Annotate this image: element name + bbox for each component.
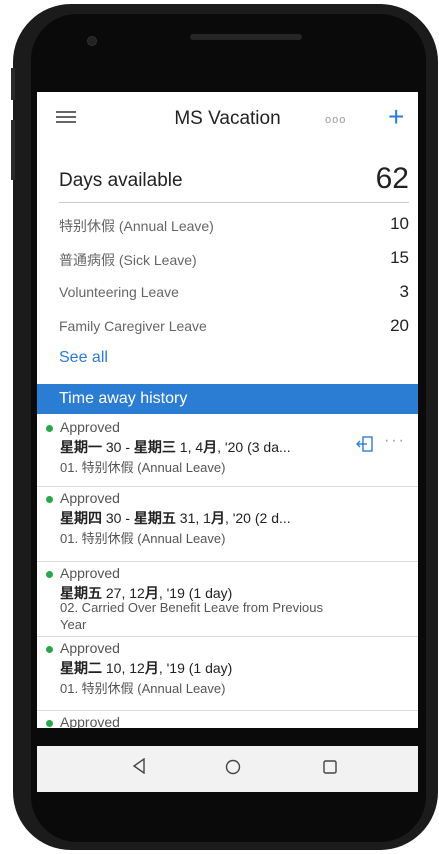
days-available-total: 62 [375,162,409,195]
weekday-start: 星期五 [60,585,102,601]
date-range: 星期一 30 - 星期三 1, 4月, '20 (3 da... [60,437,291,457]
date-part: 1, 4 [175,439,204,455]
history-list-item[interactable]: Approved 星期一 30 - 星期三 1, 4月, '20 (3 da..… [37,416,418,487]
date-part: 10, 12 [102,660,145,676]
date-part: , '20 (3 da... [217,439,291,455]
more-options-icon[interactable]: ooo [325,114,346,126]
date-range: 星期四 30 - 星期五 31, 1月, '20 (2 d... [60,508,291,528]
add-request-button[interactable]: + [388,101,404,133]
status-label: Approved [60,565,120,581]
date-part: 31, 1 [175,510,211,526]
approved-status-dot [46,496,53,503]
leave-balance-row: Volunteering Leave 3 [59,282,409,304]
leave-type: 01. 特别休假 (Annual Leave) [60,531,226,546]
leave-type-label: 普通病假 (Sick Leave) [59,252,197,268]
month-char: 月 [203,439,218,455]
history-section-header: Time away history [37,384,418,414]
date-range: 星期二 10, 12月, '19 (1 day) [60,658,232,678]
month-char: 月 [144,585,159,601]
status-label: Approved [60,490,120,506]
date-part: , '19 (1 day) [158,660,233,676]
app-title: MS Vacation [174,108,281,129]
leave-days-value: 20 [390,316,409,335]
date-part: , '20 (2 d... [224,510,291,526]
status-label: Approved [60,419,120,435]
approved-status-dot [46,425,53,432]
history-list-item[interactable]: Approved 星期五 27, 12月, '19 (1 day) 02. Ca… [37,562,418,637]
android-nav-bar [37,746,418,792]
power-button [11,120,15,180]
leave-type: 02. Carried Over Benefit Leave from Prev… [60,600,324,615]
month-char: 月 [144,660,159,676]
approved-status-dot [46,646,53,653]
leave-days-value: 3 [399,282,409,301]
status-label: Approved [60,640,120,656]
history-list-item[interactable]: Approved 星期二 10, 12月, '19 (1 day) 01. 特别… [37,637,418,711]
weekday-start: 星期一 [60,439,102,455]
leave-type: 01. 特别休假 (Annual Leave) [60,460,226,475]
leave-balance-row: Family Caregiver Leave 20 [59,316,409,338]
date-part: 30 - [102,510,134,526]
volume-button [11,68,15,100]
history-title: Time away history [59,390,188,407]
home-circle-icon [225,759,241,775]
leave-type-label: Volunteering Leave [59,284,179,300]
screen-bottom-bezel [37,728,418,746]
approved-status-dot [46,571,53,578]
leave-type-label: 特别休假 (Annual Leave) [59,218,214,234]
app-header: MS Vacation ooo + [37,92,418,144]
date-part: 27, 12 [102,585,145,601]
app-screen: MS Vacation ooo + Days available 62 特别休假… [37,92,418,748]
leave-type: 01. 特别休假 (Annual Leave) [60,681,226,696]
leave-days-value: 15 [390,248,409,267]
item-more-button[interactable]: ··· [384,432,406,450]
weekday-start: 星期四 [60,510,102,526]
export-icon[interactable] [356,436,374,452]
recents-square-icon [323,760,337,774]
weekday-end: 星期三 [133,439,176,455]
see-all-link[interactable]: See all [59,349,108,367]
weekday-end: 星期五 [133,510,176,526]
days-available-title: Days available [59,170,183,191]
divider [59,202,409,203]
approved-status-dot [46,720,53,727]
leave-type-continued: Year [60,617,87,632]
leave-type-label: Family Caregiver Leave [59,318,207,334]
front-camera [87,36,97,46]
history-list-item[interactable]: Approved 星期四 30 - 星期五 31, 1月, '20 (2 d..… [37,487,418,562]
recents-button[interactable] [322,759,338,780]
leave-balance-row: 普通病假 (Sick Leave) 15 [59,248,409,270]
weekday-start: 星期二 [60,660,102,676]
earpiece-speaker [190,34,302,40]
date-part: 30 - [102,439,134,455]
leave-balance-row: 特别休假 (Annual Leave) 10 [59,214,409,236]
back-triangle-icon [132,757,145,775]
month-char: 月 [210,510,225,526]
back-button[interactable] [132,757,146,779]
leave-days-value: 10 [390,214,409,233]
date-part: , '19 (1 day) [158,585,233,601]
home-button[interactable] [225,759,241,780]
